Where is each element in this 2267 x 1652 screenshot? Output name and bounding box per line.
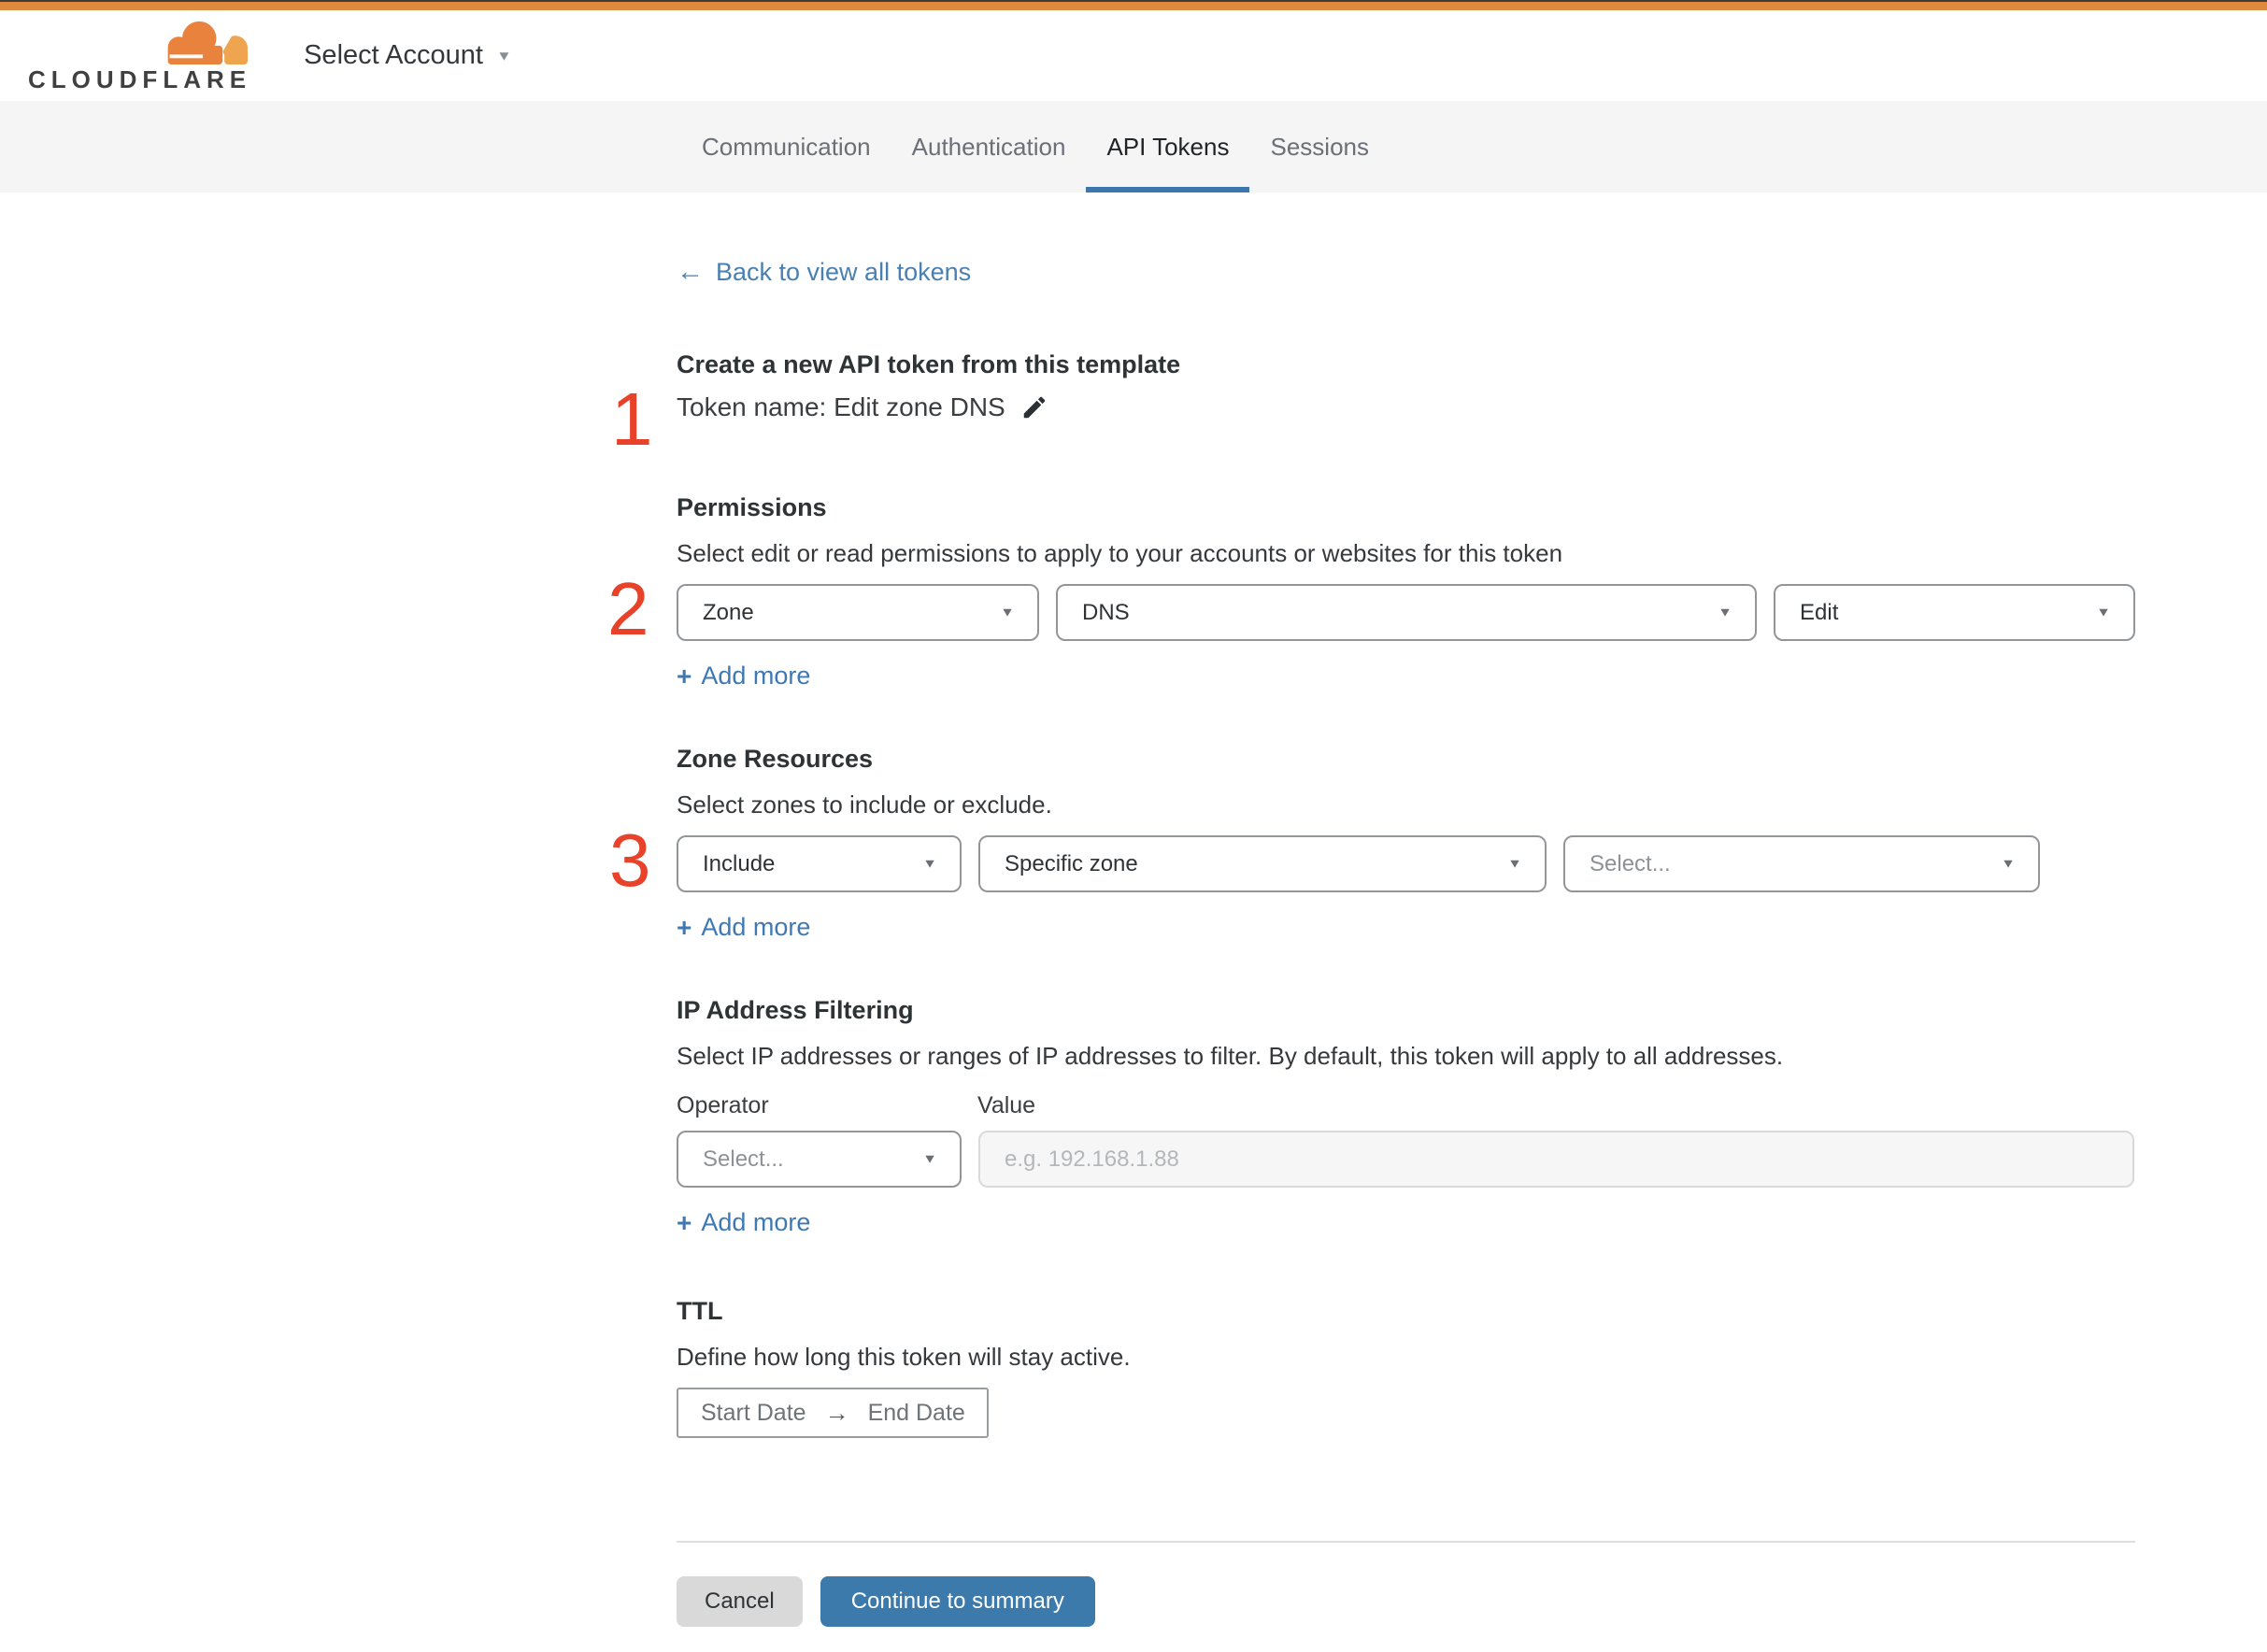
range-arrow-icon: → — [824, 1398, 849, 1427]
caret-down-icon: ▼ — [2096, 605, 2111, 620]
caret-down-icon: ▼ — [1507, 856, 1522, 871]
ip-filtering-add-more-link[interactable]: + Add more — [677, 1208, 810, 1237]
chevron-down-icon: ▼ — [495, 48, 512, 64]
tab-authentication[interactable]: Authentication — [891, 101, 1087, 192]
account-selector-label: Select Account — [304, 40, 483, 70]
plus-icon: + — [677, 912, 692, 942]
add-more-label: Add more — [701, 913, 811, 941]
add-more-label: Add more — [701, 662, 811, 690]
plus-icon: + — [677, 1207, 692, 1237]
tab-communication[interactable]: Communication — [681, 101, 891, 192]
ttl-section: TTL Define how long this token will stay… — [677, 1295, 2135, 1438]
ttl-heading: TTL — [677, 1297, 723, 1325]
section-number-1: 1 — [611, 377, 653, 461]
zone-resources-heading: Zone Resources — [677, 745, 874, 773]
value-label: Value — [977, 1092, 1036, 1118]
footer-divider — [677, 1541, 2135, 1543]
continue-to-summary-button[interactable]: Continue to summary — [820, 1576, 1095, 1627]
operator-label: Operator — [677, 1092, 769, 1118]
end-date-field[interactable]: End Date — [868, 1400, 965, 1427]
permission-type-value: DNS — [1082, 599, 1130, 625]
ttl-date-range-picker[interactable]: Start Date → End Date — [677, 1388, 989, 1438]
header: CLOUDFLARE Select Account ▼ — [0, 10, 2267, 101]
zone-include-value: Include — [703, 850, 776, 876]
account-selector[interactable]: Select Account ▼ — [304, 40, 512, 71]
token-name-text: Token name: Edit zone DNS — [677, 392, 1005, 421]
section-number-3: 3 — [609, 819, 651, 902]
caret-down-icon: ▼ — [1718, 605, 1732, 620]
ttl-description: Define how long this token will stay act… — [677, 1343, 1131, 1371]
cloudflare-logo: CLOUDFLARE — [28, 20, 251, 92]
tab-api-tokens[interactable]: API Tokens — [1086, 101, 1250, 192]
caret-down-icon: ▼ — [1000, 605, 1015, 620]
permissions-add-more-link[interactable]: + Add more — [677, 662, 810, 691]
cloudflare-cloud-icon — [167, 21, 249, 64]
caret-down-icon: ▼ — [922, 856, 937, 871]
back-link-label: Back to view all tokens — [716, 258, 972, 286]
ip-value-input — [978, 1131, 2134, 1188]
ip-operator-value: Select... — [703, 1146, 784, 1172]
caret-down-icon: ▼ — [2001, 856, 2016, 871]
zone-resources-section: 3 Zone Resources Select zones to include… — [609, 743, 2135, 942]
permissions-section: 2 Permissions Select edit or read permis… — [607, 491, 2135, 691]
add-more-label: Add more — [701, 1208, 811, 1236]
zone-scope-value: Specific zone — [1005, 850, 1138, 876]
ip-operator-select[interactable]: Select... ▼ — [677, 1131, 962, 1188]
ip-filtering-description: Select IP addresses or ranges of IP addr… — [677, 1042, 1784, 1070]
permission-scope-select[interactable]: Zone ▼ — [677, 584, 1039, 641]
permission-scope-value: Zone — [703, 599, 754, 625]
tab-bar: Communication Authentication API Tokens … — [0, 101, 2267, 192]
ip-filtering-section: IP Address Filtering Select IP addresses… — [677, 994, 2135, 1237]
main-content: ← Back to view all tokens 1 Create a new… — [0, 192, 2135, 1637]
permission-access-select[interactable]: Edit ▼ — [1774, 584, 2135, 641]
permission-access-value: Edit — [1800, 599, 1839, 625]
zone-resources-description: Select zones to include or exclude. — [677, 790, 1052, 819]
back-to-tokens-link[interactable]: ← Back to view all tokens — [677, 258, 971, 287]
footer-actions: Cancel Continue to summary — [677, 1576, 2135, 1637]
tab-sessions[interactable]: Sessions — [1249, 101, 1390, 192]
permissions-description: Select edit or read permissions to apply… — [677, 539, 1563, 567]
ip-filtering-heading: IP Address Filtering — [677, 996, 914, 1024]
plus-icon: + — [677, 661, 692, 691]
token-name-section: 1 Create a new API token from this templ… — [611, 349, 2135, 457]
caret-down-icon: ▼ — [922, 1151, 937, 1166]
zone-include-select[interactable]: Include ▼ — [677, 835, 962, 892]
top-accent-bar — [0, 2, 2267, 10]
zone-picker-value: Select... — [1590, 850, 1671, 876]
back-arrow-icon: ← — [677, 257, 704, 287]
create-token-heading: Create a new API token from this templat… — [677, 350, 1181, 378]
permission-type-select[interactable]: DNS ▼ — [1056, 584, 1757, 641]
zone-picker-select[interactable]: Select... ▼ — [1563, 835, 2040, 892]
zone-resources-add-more-link[interactable]: + Add more — [677, 913, 810, 942]
cloudflare-logo-text: CLOUDFLARE — [28, 65, 252, 93]
permissions-heading: Permissions — [677, 493, 827, 521]
zone-scope-select[interactable]: Specific zone ▼ — [978, 835, 1547, 892]
section-number-2: 2 — [607, 567, 649, 650]
edit-pencil-icon[interactable] — [1020, 393, 1048, 421]
cancel-button[interactable]: Cancel — [677, 1576, 803, 1627]
start-date-field[interactable]: Start Date — [701, 1400, 806, 1427]
